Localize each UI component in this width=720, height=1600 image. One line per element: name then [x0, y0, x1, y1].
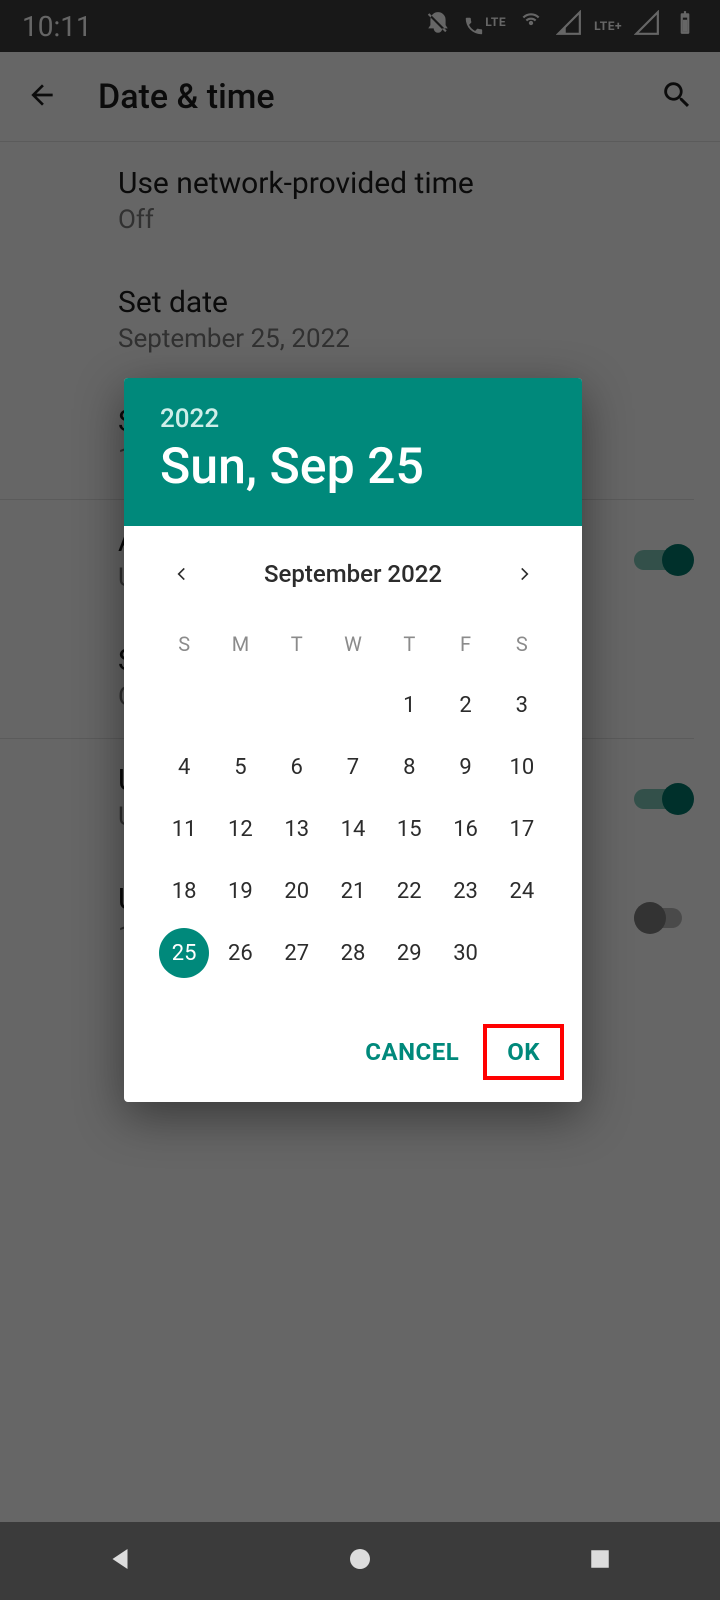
calendar-day[interactable]: 13: [269, 798, 325, 860]
calendar-body: 1234567891011121314151617181920212223242…: [124, 674, 582, 984]
month-navigation: September 2022: [124, 526, 582, 610]
header-year[interactable]: 2022: [160, 404, 546, 434]
square-recents-icon: [585, 1544, 615, 1574]
calendar-day[interactable]: 5: [212, 736, 268, 798]
calendar-day[interactable]: 23: [437, 860, 493, 922]
calendar-day[interactable]: 14: [325, 798, 381, 860]
calendar-empty-cell: [269, 674, 325, 736]
calendar-day[interactable]: 4: [156, 736, 212, 798]
weekday-fr: F: [437, 622, 493, 666]
calendar-day[interactable]: 16: [437, 798, 493, 860]
calendar-day[interactable]: 2: [437, 674, 493, 736]
calendar-day[interactable]: 20: [269, 860, 325, 922]
calendar-day[interactable]: 26: [212, 922, 268, 984]
weekday-row: S M T W T F S: [124, 622, 582, 666]
next-month-button[interactable]: [506, 556, 542, 592]
calendar-day[interactable]: 28: [325, 922, 381, 984]
calendar-day[interactable]: 9: [437, 736, 493, 798]
month-label: September 2022: [264, 560, 442, 588]
calendar-week: 123: [124, 674, 582, 736]
calendar-day[interactable]: 27: [269, 922, 325, 984]
calendar-day[interactable]: 7: [325, 736, 381, 798]
calendar-day[interactable]: 22: [381, 860, 437, 922]
calendar-week: 11121314151617: [124, 798, 582, 860]
calendar-day[interactable]: 10: [494, 736, 550, 798]
weekday-su: S: [156, 622, 212, 666]
calendar-day[interactable]: 25: [156, 922, 212, 984]
calendar-day[interactable]: 19: [212, 860, 268, 922]
calendar-week: 18192021222324: [124, 860, 582, 922]
weekday-tu: T: [269, 622, 325, 666]
dialog-header: 2022 Sun, Sep 25: [124, 378, 582, 526]
calendar-day[interactable]: 15: [381, 798, 437, 860]
calendar-day[interactable]: 29: [381, 922, 437, 984]
calendar-day[interactable]: 21: [325, 860, 381, 922]
calendar-empty-cell: [325, 674, 381, 736]
header-date[interactable]: Sun, Sep 25: [160, 438, 546, 496]
system-nav-bar: [0, 1522, 720, 1600]
chevron-right-icon: [514, 564, 534, 584]
calendar-week: 45678910: [124, 736, 582, 798]
weekday-sa: S: [494, 622, 550, 666]
dialog-actions: CANCEL OK: [124, 994, 582, 1102]
date-picker-dialog: 2022 Sun, Sep 25 September 2022 S M T W …: [124, 378, 582, 1102]
nav-home-button[interactable]: [345, 1544, 375, 1578]
chevron-left-icon: [172, 564, 192, 584]
weekday-mo: M: [212, 622, 268, 666]
calendar-day[interactable]: 3: [494, 674, 550, 736]
calendar-day[interactable]: 18: [156, 860, 212, 922]
circle-home-icon: [345, 1544, 375, 1574]
triangle-back-icon: [105, 1544, 135, 1574]
weekday-th: T: [381, 622, 437, 666]
calendar-week: 252627282930: [124, 922, 582, 984]
nav-recents-button[interactable]: [585, 1544, 615, 1578]
calendar-empty-cell: [494, 922, 550, 984]
calendar-day[interactable]: 17: [494, 798, 550, 860]
calendar-day[interactable]: 12: [212, 798, 268, 860]
calendar-empty-cell: [212, 674, 268, 736]
calendar-day[interactable]: 8: [381, 736, 437, 798]
cancel-button[interactable]: CANCEL: [341, 1024, 483, 1080]
calendar-empty-cell: [156, 674, 212, 736]
weekday-we: W: [325, 622, 381, 666]
calendar-day[interactable]: 11: [156, 798, 212, 860]
calendar-day[interactable]: 1: [381, 674, 437, 736]
nav-back-button[interactable]: [105, 1544, 135, 1578]
ok-button[interactable]: OK: [483, 1024, 564, 1080]
prev-month-button[interactable]: [164, 556, 200, 592]
calendar-day[interactable]: 30: [437, 922, 493, 984]
calendar-day[interactable]: 6: [269, 736, 325, 798]
calendar-day[interactable]: 24: [494, 860, 550, 922]
